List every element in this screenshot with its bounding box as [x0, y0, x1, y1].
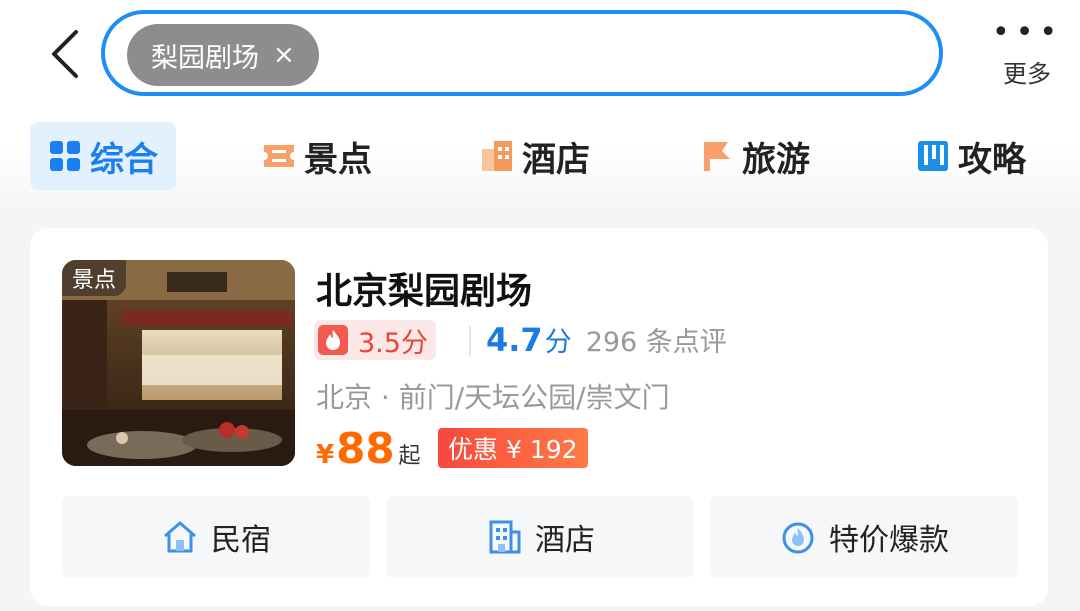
tab-label: 旅游 — [742, 139, 810, 180]
price-currency: ¥ — [316, 440, 335, 470]
quick-link-label: 酒店 — [535, 523, 595, 558]
location-text: 北京 · 前门/天坛公园/崇文门 — [316, 381, 670, 414]
guide-book-icon — [918, 141, 948, 171]
tab-guides[interactable]: 攻略 — [916, 122, 1026, 190]
heat-score: 3.5分 — [358, 327, 428, 359]
venue-photo[interactable]: 景点 — [62, 260, 295, 466]
discount-badge: 优惠 ¥ 192 — [438, 428, 588, 468]
chip-close-icon[interactable]: × — [273, 40, 295, 70]
rating-unit: 分 — [544, 327, 572, 358]
rating[interactable]: 4.7 分 296 条点评 — [486, 320, 727, 359]
fire-deal-icon — [782, 522, 814, 554]
tab-label: 酒店 — [522, 139, 590, 180]
price: ¥ 88 起 — [316, 424, 421, 473]
hotel-building-icon — [482, 141, 512, 171]
tab-hotels[interactable]: 酒店 — [480, 122, 590, 190]
tab-travel[interactable]: 旅游 — [700, 122, 810, 190]
divider — [469, 326, 471, 356]
special-deals-button[interactable]: 特价爆款 — [710, 496, 1018, 578]
more-button[interactable]: ••• 更多 — [992, 18, 1062, 98]
category-tag: 景点 — [62, 260, 127, 296]
search-chip[interactable]: 梨园剧场 × — [127, 24, 319, 86]
flag-icon — [704, 142, 730, 171]
result-card[interactable]: 景点 北京梨园剧场 3.5分 4.7 分 296 条点评 北京 · 前门/天坛公… — [30, 228, 1048, 606]
heat-badge: 3.5分 — [314, 320, 436, 360]
hotel-icon — [489, 520, 521, 554]
price-suffix: 起 — [398, 444, 421, 469]
ticket-icon — [264, 145, 294, 167]
chevron-left-icon — [52, 30, 78, 78]
price-amount: 88 — [336, 424, 395, 473]
more-label: 更多 — [1003, 60, 1051, 88]
more-dots-icon: ••• — [992, 15, 1064, 50]
grid-icon — [50, 141, 80, 171]
tab-label: 景点 — [304, 139, 372, 180]
tab-label: 综合 — [90, 139, 158, 180]
search-bar[interactable]: 梨园剧场 × — [101, 10, 943, 96]
tab-comprehensive[interactable]: 综合 — [30, 122, 176, 190]
homestay-button[interactable]: 民宿 — [62, 496, 370, 578]
venue-title[interactable]: 北京梨园剧场 — [316, 262, 532, 314]
category-tabs: 综合 景点 酒店 旅游 攻略 — [0, 122, 1080, 192]
tab-label: 攻略 — [958, 139, 1026, 180]
quick-link-label: 特价爆款 — [829, 523, 949, 558]
hotel-button[interactable]: 酒店 — [386, 496, 694, 578]
fire-icon — [318, 325, 348, 355]
house-icon — [164, 521, 196, 553]
quick-link-label: 民宿 — [211, 523, 271, 558]
rating-value: 4.7 — [486, 321, 543, 359]
review-count: 296 条点评 — [585, 327, 727, 358]
search-chip-label: 梨园剧场 — [151, 42, 259, 74]
tab-attractions[interactable]: 景点 — [262, 122, 372, 190]
back-button[interactable] — [40, 26, 90, 82]
